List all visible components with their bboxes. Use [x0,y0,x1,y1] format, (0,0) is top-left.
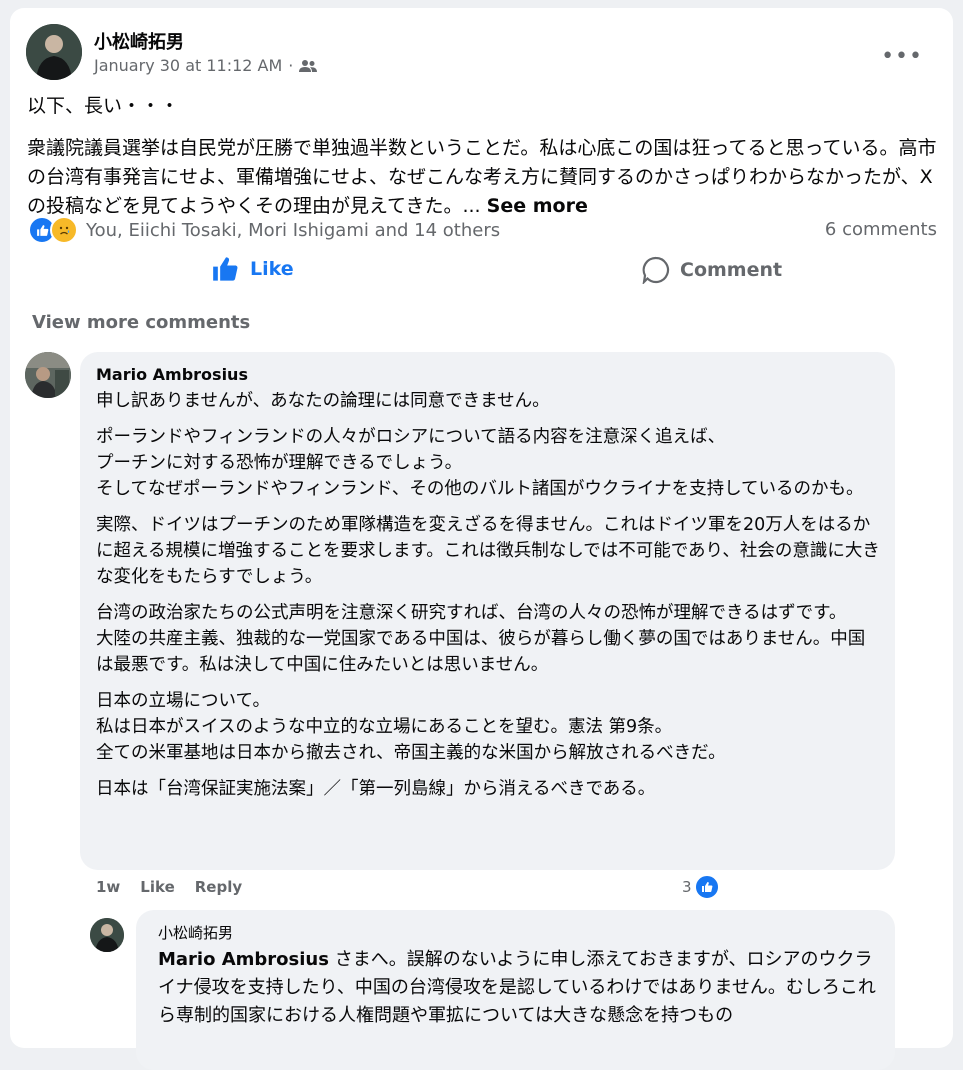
comment-reply-link[interactable]: Reply [195,878,242,896]
post-meta: January 30 at 11:12 AM · [94,56,318,75]
mention-link[interactable]: Mario Ambrosius [158,949,329,970]
comment-button[interactable]: Comment [642,256,782,284]
comment-paragraph: ポーランドやフィンランドの人々がロシアについて語る内容を注意深く追えば、 プーチ… [96,427,864,499]
reply-body: Mario Ambrosius さまへ。誤解のないように申し添えておきますが、ロ… [158,946,883,1030]
thumbs-up-icon [213,257,238,281]
comment-reactions[interactable]: 3 [682,874,720,900]
comment-paragraph: 日本は「台湾保証実施法案」／「第一列島線」から消えるべきである。 [96,779,656,799]
comment-actions: 1w Like Reply [96,878,242,896]
post-paragraph-2-text: 衆議院議員選挙は自民党が圧勝で単独過半数ということだ。私は心底この国は狂ってると… [27,137,937,217]
post-paragraph-1: 以下、長い・・・ [27,95,180,117]
comment-bubble-icon [642,256,670,284]
meta-separator: · [288,56,294,75]
reaction-summary[interactable]: You, Eiichi Tosaki, Mori Ishigami and 14… [28,216,500,244]
view-more-comments-link[interactable]: View more comments [32,312,250,333]
post-paragraph-2: 衆議院議員選挙は自民党が圧勝で単独過半数ということだ。私は心底この国は狂ってると… [27,134,937,221]
post-body: 以下、長い・・・ 衆議院議員選挙は自民党が圧勝で単独過半数ということだ。私は心底… [27,92,937,234]
comment-paragraph: 台湾の政治家たちの公式声明を注意深く研究すれば、台湾の人々の恐怖が理解できるはず… [96,603,866,675]
comment-like-link[interactable]: Like [140,878,174,896]
post-author-name[interactable]: 小松崎拓男 [94,28,184,54]
reply-bubble: 小松崎拓男 Mario Ambrosius さまへ。誤解のないように申し添えてお… [136,910,895,1070]
friends-icon [299,59,318,72]
reply-author-avatar[interactable] [90,918,124,952]
reaction-names: You, Eiichi Tosaki, Mori Ishigami and 14… [86,219,501,241]
sad-reaction-icon [50,216,78,244]
comment-body: 申し訳ありませんが、あなたの論理には同意できません。 ポーランドやフィンランドの… [96,388,880,812]
person-photo-icon [25,352,71,398]
like-button[interactable]: Like [212,256,294,282]
comment-paragraph: 申し訳ありませんが、あなたの論理には同意できません。 [96,391,550,411]
comment-reaction-count: 3 [682,878,692,896]
reply-author-name[interactable]: 小松崎拓男 [158,922,233,943]
reaction-icons [28,216,78,244]
commenter-avatar[interactable] [25,352,71,398]
comment-author-name[interactable]: Mario Ambrosius [96,365,248,384]
comment-label: Comment [680,259,783,281]
comment-paragraph: 実際、ドイツはプーチンのため軍隊構造を変えざるを得ません。これはドイツ軍を20万… [96,515,880,587]
comment-count[interactable]: 6 comments [825,219,937,240]
post-card: 小松崎拓男 January 30 at 11:12 AM · ••• 以下、長い… [10,8,953,1070]
person-photo-icon [26,24,82,80]
more-options-icon[interactable]: ••• [881,44,923,69]
like-reaction-icon [693,874,720,900]
comment-paragraph: 日本の立場について。 私は日本がスイスのような中立的な立場にあることを望む。憲法… [96,691,726,763]
like-label: Like [250,258,294,280]
comment-bubble: Mario Ambrosius 申し訳ありませんが、あなたの論理には同意できませ… [80,352,895,870]
comment-time[interactable]: 1w [96,878,120,896]
see-more-link[interactable]: See more [487,195,588,217]
author-avatar[interactable] [26,24,82,80]
post-timestamp[interactable]: January 30 at 11:12 AM [94,56,282,75]
person-photo-icon [90,918,124,952]
